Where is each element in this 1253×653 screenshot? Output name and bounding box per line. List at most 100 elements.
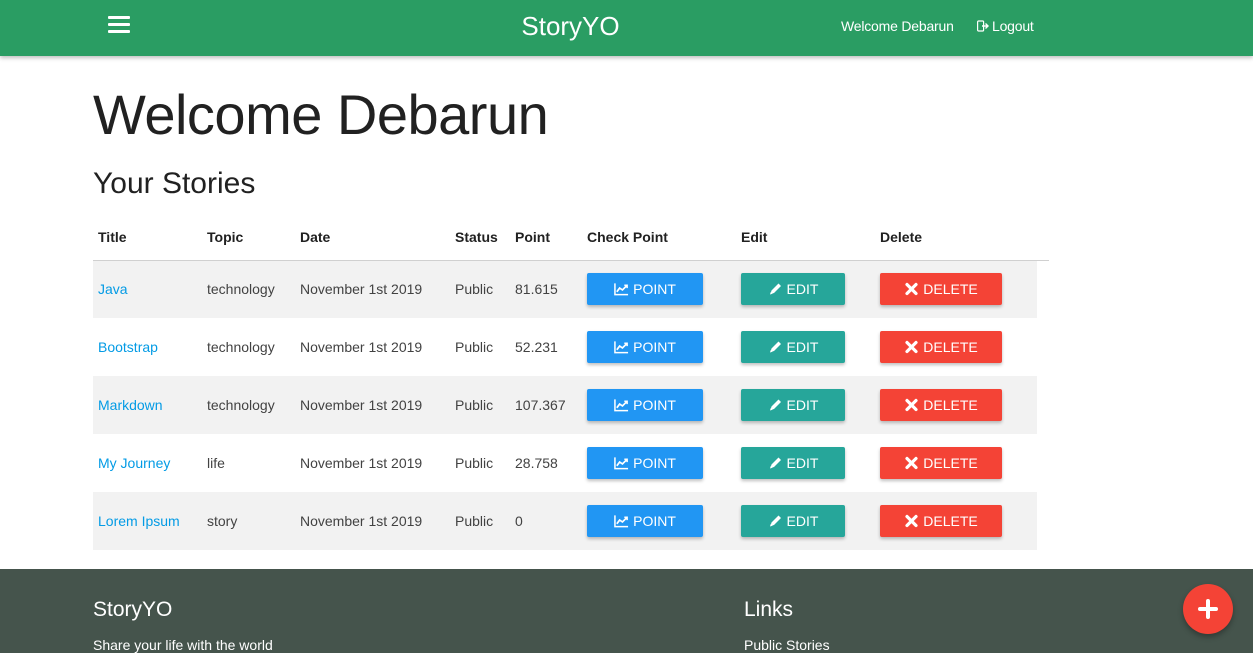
cell-check-point: POINT — [582, 318, 736, 376]
cell-point: 28.758 — [515, 455, 558, 471]
times-icon — [905, 340, 918, 354]
cell-delete: DELETE — [875, 318, 1037, 376]
pencil-icon — [769, 399, 781, 411]
footer-link-public-stories[interactable]: Public Stories — [744, 637, 830, 653]
edit-button-label: EDIT — [786, 339, 819, 355]
story-title-link[interactable]: My Journey — [98, 455, 170, 471]
cell-topic: story — [202, 492, 295, 550]
edit-button[interactable]: EDIT — [741, 273, 845, 306]
edit-button-label: EDIT — [786, 513, 819, 529]
cell-date: November 1st 2019 — [295, 376, 450, 434]
times-icon — [905, 283, 918, 296]
logout-link[interactable]: Logout — [977, 18, 1034, 34]
check-point-button[interactable]: POINT — [587, 447, 703, 479]
cell-topic: technology — [202, 260, 295, 318]
cell-topic: technology — [207, 339, 275, 355]
cell-date: November 1st 2019 — [295, 492, 450, 550]
edit-button[interactable]: EDIT — [741, 505, 845, 537]
line-chart-icon — [614, 399, 629, 412]
line-chart-icon — [614, 283, 629, 296]
table-header-row: Title Topic Date Status Point Check Poin… — [93, 214, 1049, 261]
cell-date: November 1st 2019 — [300, 339, 423, 355]
logout-label: Logout — [992, 18, 1034, 34]
edit-button-label: EDIT — [786, 397, 819, 413]
check-point-button[interactable]: POINT — [587, 389, 703, 421]
cell-topic: technology — [202, 376, 295, 434]
cell-delete: DELETE — [875, 376, 1037, 434]
cell-check-point: POINT — [582, 492, 736, 550]
delete-button[interactable]: DELETE — [880, 389, 1002, 421]
welcome-user-link[interactable]: Welcome Debarun — [841, 18, 954, 34]
story-title-link[interactable]: Bootstrap — [98, 339, 158, 355]
point-button-label: POINT — [633, 281, 676, 298]
delete-button-label: DELETE — [923, 455, 978, 471]
cell-title: Markdown — [93, 376, 202, 434]
edit-button-label: EDIT — [786, 455, 819, 471]
cell-date: November 1st 2019 — [295, 260, 450, 318]
pencil-icon — [769, 457, 781, 469]
page-title: Welcome Debarun — [93, 83, 549, 146]
delete-button-label: DELETE — [923, 397, 978, 413]
table-row: Lorem Ipsum story November 1st 2019 Public 0… — [93, 492, 1049, 550]
cell-title: Java — [93, 260, 202, 318]
line-chart-icon — [614, 457, 629, 470]
stories-table: Title Topic Date Status Point Check Poin… — [93, 214, 1049, 550]
cell-delete: DELETE — [875, 434, 1037, 492]
pencil-icon — [769, 341, 781, 353]
column-header-title: Title — [93, 214, 202, 261]
cell-spacer — [1037, 260, 1049, 318]
edit-button[interactable]: EDIT — [741, 389, 845, 421]
edit-button[interactable]: EDIT — [741, 447, 845, 479]
cell-spacer — [1037, 434, 1049, 492]
edit-button[interactable]: EDIT — [741, 331, 845, 363]
point-button-label: POINT — [633, 513, 676, 529]
footer-title: StoryYO — [93, 598, 173, 621]
brand-logo[interactable]: StoryYO — [0, 11, 1141, 42]
cell-title: My Journey — [93, 434, 202, 492]
cell-check-point: POINT — [582, 260, 736, 318]
cell-status: Public — [455, 339, 494, 355]
delete-button[interactable]: DELETE — [880, 447, 1002, 479]
cell-title: Bootstrap — [93, 318, 202, 376]
cell-delete: DELETE — [875, 260, 1037, 318]
cell-spacer — [1037, 318, 1049, 376]
column-header-status: Status — [450, 214, 510, 261]
footer-links-title: Links — [744, 598, 794, 621]
delete-button[interactable]: DELETE — [880, 273, 1002, 306]
cell-edit: EDIT — [736, 318, 875, 376]
cell-edit: EDIT — [736, 492, 875, 550]
column-header-spacer — [1037, 214, 1049, 261]
cell-point: 52.231 — [515, 339, 558, 355]
cell-edit: EDIT — [736, 376, 875, 434]
check-point-button[interactable]: POINT — [587, 331, 703, 363]
footer: StoryYO Share your life with the world L… — [0, 569, 1253, 653]
cell-check-point: POINT — [582, 376, 736, 434]
cell-point: 107.367 — [510, 376, 582, 434]
column-header-topic: Topic — [202, 214, 295, 261]
add-story-fab[interactable] — [1183, 584, 1233, 634]
cell-topic: life — [207, 455, 225, 471]
check-point-button[interactable]: POINT — [587, 505, 703, 537]
delete-button[interactable]: DELETE — [880, 331, 1002, 363]
table-row: Markdown technology November 1st 2019 Publi… — [93, 376, 1049, 434]
story-title-link[interactable]: Java — [98, 281, 128, 297]
line-chart-icon — [614, 341, 629, 354]
check-point-button[interactable]: POINT — [587, 273, 703, 306]
point-button-label: POINT — [633, 397, 676, 413]
story-title-link[interactable]: Markdown — [98, 397, 163, 413]
cell-title: Lorem Ipsum — [93, 492, 202, 550]
cell-edit: EDIT — [736, 260, 875, 318]
point-button-label: POINT — [633, 339, 676, 355]
column-header-point: Point — [510, 214, 582, 261]
times-icon — [905, 456, 918, 470]
pencil-icon — [769, 515, 781, 527]
table-row: My Journey life November 1st 2019 Public 28.… — [93, 434, 1049, 492]
story-title-link[interactable]: Lorem Ipsum — [98, 513, 180, 529]
delete-button[interactable]: DELETE — [880, 505, 1002, 537]
table-row: Java technology November 1st 2019 Public 81.… — [93, 260, 1049, 318]
times-icon — [905, 514, 918, 528]
cell-status: Public — [455, 455, 494, 471]
point-button-label: POINT — [633, 455, 676, 471]
cell-status: Public — [450, 260, 510, 318]
line-chart-icon — [614, 515, 629, 528]
